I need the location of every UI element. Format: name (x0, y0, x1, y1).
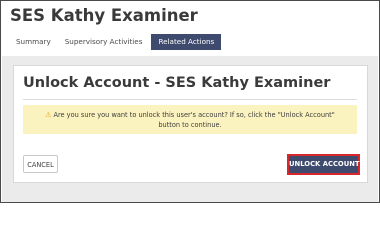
tab-related-actions[interactable]: Related Actions (151, 34, 222, 50)
unlock-account-panel: Unlock Account - SES Kathy Examiner ⚠ Are… (13, 65, 368, 183)
panel-title: Unlock Account - SES Kathy Examiner (23, 75, 331, 91)
warning-triangle-icon: ⚠ (45, 111, 52, 119)
unlock-account-button[interactable]: UNLOCK ACCOUNT (287, 154, 360, 175)
warning-alert: ⚠ Are you sure you want to unlock this us… (23, 105, 357, 134)
tab-supervisory-activities[interactable]: Supervisory Activities (58, 34, 150, 50)
alert-message-line2: button to continue. (158, 121, 222, 129)
divider (23, 99, 357, 100)
cancel-button[interactable]: CANCEL (23, 155, 58, 173)
alert-message-line1: Are you sure you want to unlock this use… (53, 111, 335, 119)
tab-summary[interactable]: Summary (9, 34, 58, 50)
page-title: SES Kathy Examiner (10, 6, 198, 25)
window-frame: SES Kathy Examiner Summary Supervisory A… (0, 0, 380, 203)
tab-bar: Summary Supervisory Activities Related A… (9, 34, 222, 50)
